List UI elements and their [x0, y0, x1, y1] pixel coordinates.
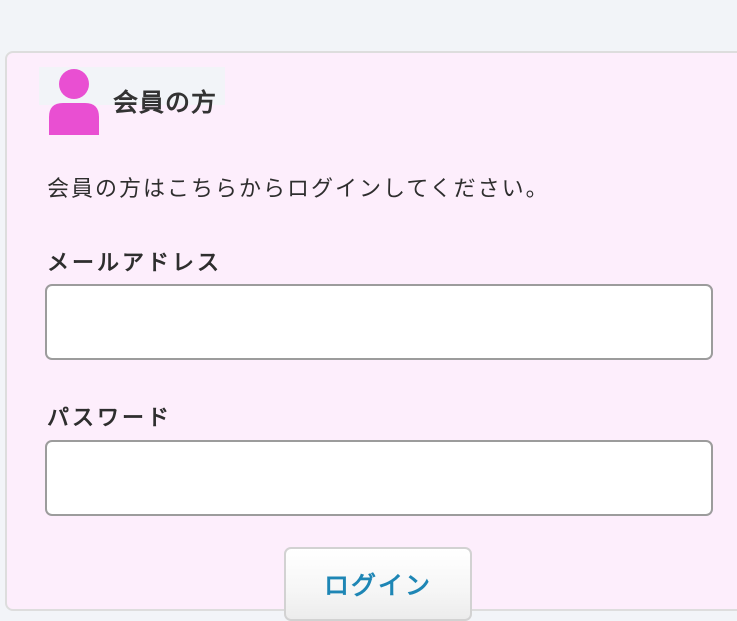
member-login-panel: 会員の方 会員の方はこちらからログインしてください。 メールアドレス パスワード…: [5, 51, 737, 621]
password-label: パスワード: [47, 405, 173, 431]
login-button[interactable]: ログイン: [284, 547, 472, 621]
password-field[interactable]: [45, 440, 713, 516]
email-field[interactable]: [45, 284, 713, 360]
section-header: 会員の方: [39, 67, 226, 137]
intro-text: 会員の方はこちらからログインしてください。: [47, 177, 550, 202]
email-label: メールアドレス: [47, 250, 223, 276]
user-icon: [49, 69, 99, 135]
section-title: 会員の方: [113, 88, 218, 117]
